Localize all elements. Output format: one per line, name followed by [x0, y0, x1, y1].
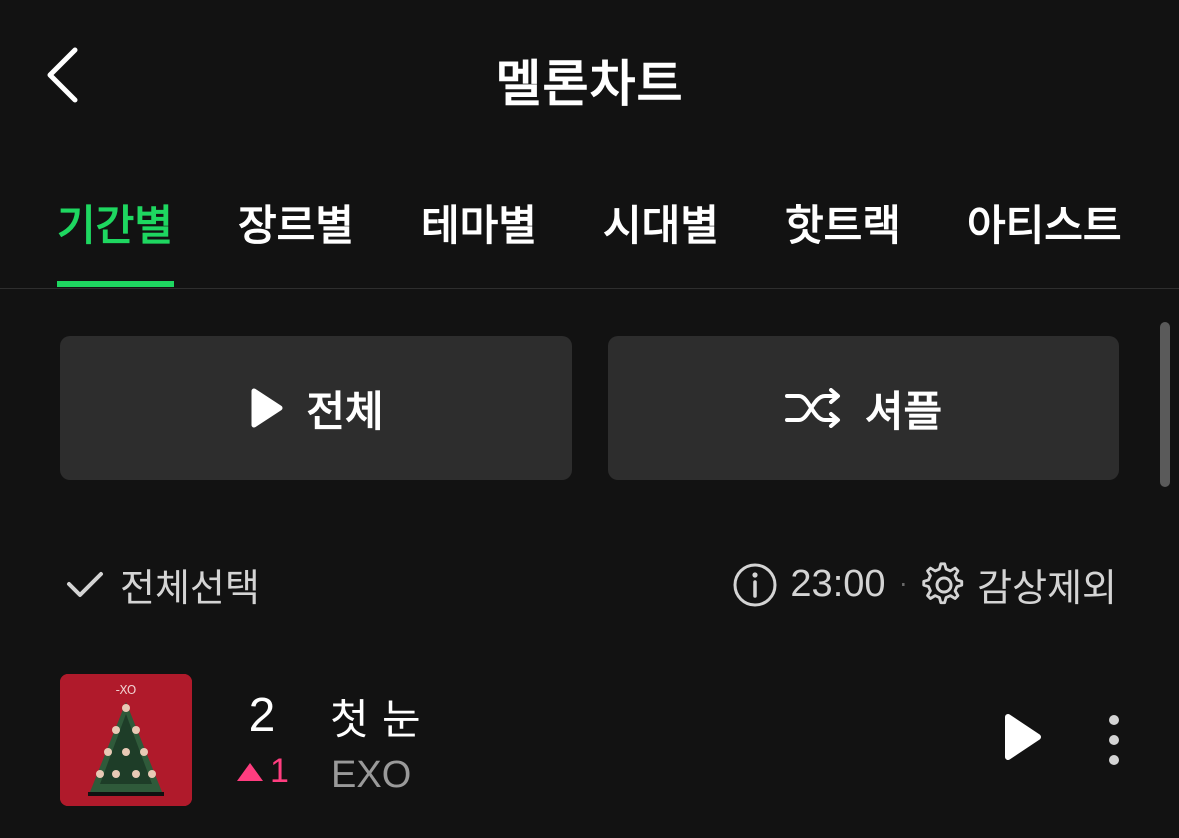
- tab-hot-track[interactable]: 핫트랙: [785, 192, 901, 253]
- shuffle-button[interactable]: 셔플: [608, 336, 1119, 480]
- tab-era[interactable]: 시대별: [603, 192, 719, 253]
- page-title: 멜론차트: [495, 55, 684, 113]
- chart-tabs: 기간별 장르별 테마별 시대별 핫트랙 아티스트: [0, 170, 1179, 289]
- song-rank: 2: [248, 689, 276, 742]
- checkmark-icon: [67, 571, 103, 597]
- more-options-button[interactable]: [1100, 712, 1128, 768]
- rank-up-icon: [237, 762, 263, 781]
- album-cover-image: -XO: [60, 674, 192, 806]
- song-title[interactable]: 첫 눈: [330, 686, 421, 747]
- update-time: 23:00: [790, 563, 886, 605]
- shuffle-label: 셔플: [864, 386, 943, 436]
- rank-change: 1: [236, 752, 289, 791]
- select-all-button[interactable]: 전체선택: [66, 557, 260, 612]
- play-all-label: 전체: [306, 386, 384, 436]
- chart-info-row: 23:00 · 감상제외: [732, 557, 1117, 612]
- song-play-button[interactable]: [1000, 712, 1044, 762]
- play-all-button[interactable]: 전체: [60, 336, 572, 480]
- gear-icon: [922, 561, 964, 604]
- active-tab-indicator: [57, 281, 174, 287]
- select-all-label: 전체선택: [120, 566, 260, 610]
- tab-period[interactable]: 기간별: [57, 192, 173, 253]
- exclude-label: 감상제외: [977, 566, 1117, 610]
- tab-theme[interactable]: 테마별: [421, 192, 537, 253]
- svg-text:-XO: -XO: [116, 683, 137, 697]
- exclude-settings-button[interactable]: 감상제외: [921, 557, 1117, 612]
- album-art[interactable]: -XO: [60, 674, 192, 806]
- play-icon: [1005, 714, 1041, 760]
- info-icon[interactable]: [732, 562, 778, 608]
- artist-name[interactable]: EXO: [331, 754, 411, 797]
- app-header: 멜론차트: [0, 0, 1179, 150]
- rank-change-value: 1: [270, 752, 289, 790]
- tab-artist[interactable]: 아티스트: [967, 192, 1122, 253]
- shuffle-icon: [784, 388, 840, 428]
- scrollbar[interactable]: [1160, 322, 1170, 487]
- separator-dot: ·: [899, 570, 908, 599]
- play-icon: [251, 388, 283, 428]
- more-vertical-icon: [1109, 715, 1119, 765]
- song-row[interactable]: -XO 2 1 첫 눈 EXO: [0, 660, 1179, 820]
- tab-genre[interactable]: 장르별: [238, 192, 354, 253]
